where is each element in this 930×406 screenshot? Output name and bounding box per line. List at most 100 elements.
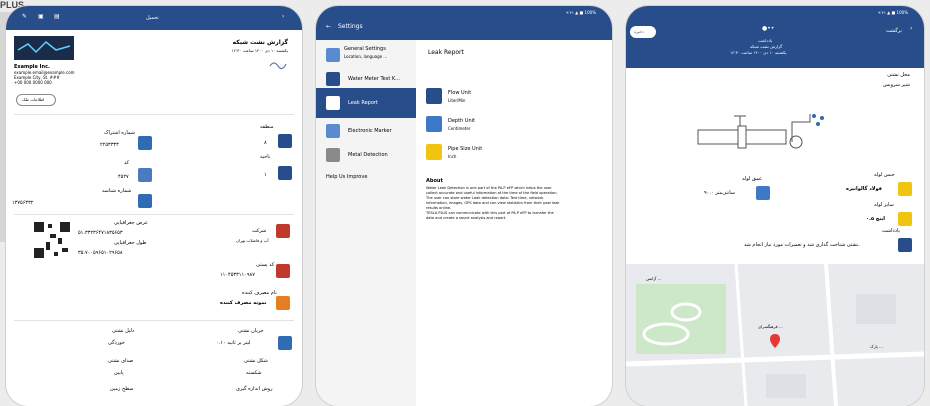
lat-value: ۵۱.۳۳۲۳۶۴۷۱۸۳۵۶۵۳ (78, 230, 123, 236)
company-logo (14, 36, 74, 60)
depth-label: عمق لوله (742, 176, 762, 182)
depth-icon (756, 186, 770, 200)
phone-settings-view: ۹:۴۱ ▲ ■ 100% ← Settings General Setting… (316, 6, 612, 406)
qr-code-icon (32, 220, 72, 260)
place-value: شیر سرویس (882, 82, 910, 88)
note-date: یکشنبه ۱۰ دی ۱۴۰۰ ساعت ۱۲:۳۰ (730, 50, 787, 55)
map-label: فرهنگسرای ... (758, 324, 783, 329)
owner-button[interactable]: اطلاعات ملک (16, 94, 56, 106)
more-dots-icon[interactable]: ●•• (762, 26, 774, 32)
report-title: گزارش نشت شبکه (232, 39, 288, 46)
phone-report-view: ✎ ▣ ▤ تحمیل › Example Inc. example.email… (6, 6, 302, 406)
header-title: تحمیل (146, 15, 159, 21)
pipe-size-title[interactable]: Pipe Size Unit (448, 146, 482, 152)
map-label: آژانس ... (646, 276, 662, 281)
about-text: Water Leak Detection is one part of the … (426, 186, 560, 220)
flow-unit-title[interactable]: Flow Unit (448, 90, 471, 96)
leak-reason-label: دلیل نشتی (112, 328, 135, 334)
settings-title: Settings (338, 23, 363, 30)
map-pin-icon[interactable] (770, 334, 780, 348)
meter-icon (326, 72, 340, 86)
back-label[interactable]: برگشت (886, 28, 902, 34)
report-date: یکشنبه ۱۰ دی ۱۴۰۰ ساعت ۱۲:۳۰ (231, 48, 288, 53)
leak-sound-label: صدای نشتی (108, 358, 134, 364)
code-value: ۴۵۲۷ (118, 174, 129, 180)
subscription-icon (138, 136, 152, 150)
subscription-value: ۲۲۵۳۳۳۳ (100, 142, 119, 148)
general-settings-icon (326, 48, 340, 62)
metal-detector-icon (326, 148, 340, 162)
flow-unit-icon (426, 88, 442, 104)
leak-sound-value: پایین (114, 370, 124, 376)
logo-wave-icon (17, 40, 71, 54)
about-title: About (426, 178, 443, 184)
phone-note-view: ۹:۴۱ ▲ ■ 100% ذخیره ●•• یادداشت گزارش نش… (626, 6, 924, 406)
pipe-diagram-icon (697, 114, 824, 149)
region-value: ۸ (264, 140, 267, 146)
pipe-type-label: جنس لوله (874, 172, 895, 178)
marker-icon (326, 124, 340, 138)
status-bar: ۹:۴۱ ▲ ■ 100% (566, 10, 596, 15)
id-label: شماره شناسه (102, 188, 132, 194)
place-label: محل نشتی (887, 72, 910, 78)
pipe-material-icon (898, 182, 912, 196)
id-value: ۱۳۷۵۶۳۳۲ (12, 200, 34, 206)
flow-unit-value: Liter/Min (448, 98, 466, 103)
menu-electronic-marker[interactable]: Electronic Marker (348, 128, 392, 134)
leak-flow-value: ۰.۱۰ لیتر بر ثانیه (216, 340, 251, 346)
note-value: نشتی شناخت گذاری شد و تعمیرات مورد نیاز … (744, 242, 860, 248)
note-label: یادداشت (882, 228, 900, 234)
company-label: شرکت (252, 228, 267, 234)
menu-general-settings[interactable]: General Settings (344, 46, 386, 52)
flag-icon (138, 194, 152, 208)
barcode-icon (138, 168, 152, 182)
menu-metal-detection[interactable]: Metal Detection (348, 152, 388, 158)
lng-label: طول جغرافیایی (114, 240, 147, 246)
back-arrow-icon[interactable]: ← (326, 24, 331, 30)
note-icon (898, 238, 912, 252)
company-value: آب و فاضلاب تهران (236, 238, 269, 243)
pipe-type-value: فولاد گالوانیزه (846, 186, 882, 192)
zone-label: ناحیه (260, 154, 271, 160)
consumer-value: نمونه مصرف کننده (220, 300, 267, 306)
tesla-logo-icon (269, 62, 287, 70)
print-icon[interactable]: ▤ (54, 14, 60, 20)
pipe-size-value: Inch (448, 154, 457, 159)
size-label: سایز لوله (874, 202, 894, 208)
leak-shape-label: شکل نشتی (244, 358, 268, 364)
map-label: پارک ... (870, 344, 883, 349)
size-value: ۰.۵ اینچ (866, 216, 885, 222)
menu-leak-report[interactable]: Leak Report (348, 100, 378, 106)
region-label: منطقه (260, 124, 274, 130)
leak-flow-label: جریان نشتی (238, 328, 264, 334)
pipe-size-icon (426, 144, 442, 160)
save-button[interactable]: ذخیره (630, 26, 656, 38)
postal-value: ۱۱۰۴۵۳۳۱۱۰۹۸۷ (220, 272, 255, 278)
consumer-label: نام مصرف کننده (242, 290, 277, 296)
settings-header: ۹:۴۱ ▲ ■ 100% ← Settings (316, 6, 612, 40)
lng-value: ۳۵.۷۰۰۵۹۶۵۱۰۲۹۶۵۸ (78, 250, 123, 256)
note-header: ۹:۴۱ ▲ ■ 100% ذخیره ●•• یادداشت گزارش نش… (626, 6, 924, 68)
header-bar: ✎ ▣ ▤ تحمیل › (6, 6, 302, 30)
depth-unit-icon (426, 116, 442, 132)
pdf-icon[interactable]: ▣ (38, 14, 44, 20)
forward-icon[interactable]: › (910, 26, 912, 32)
location-map[interactable]: فرهنگسرای ... آژانس ... پارک ... (626, 264, 924, 406)
menu-water-meter[interactable]: Water Meter Test K... (348, 76, 400, 82)
depth-value: ۹۰.۰ سانتی‌متر (704, 190, 735, 196)
company-line: +00 000 0000 000 (14, 80, 52, 85)
postal-label: کد پستی (256, 262, 275, 268)
forward-icon[interactable]: › (282, 14, 284, 20)
method-label: روش اندازه گیری (236, 386, 273, 392)
leak-reason-value: خوردگی (108, 340, 125, 346)
ground-label: سطح زمین (110, 386, 134, 392)
edit-icon[interactable]: ✎ (22, 14, 27, 20)
mail-icon (276, 224, 290, 238)
leak-report-heading: Leak Report (428, 49, 464, 56)
zone-value: ۱ (264, 172, 267, 178)
leak-shape-value: شکسته (246, 370, 262, 376)
depth-unit-title[interactable]: Depth Unit (448, 118, 475, 124)
menu-general-sub: Location, language ... (344, 54, 388, 59)
consumer-icon (276, 296, 290, 310)
menu-help-improve[interactable]: Help Us Improve (326, 174, 367, 180)
